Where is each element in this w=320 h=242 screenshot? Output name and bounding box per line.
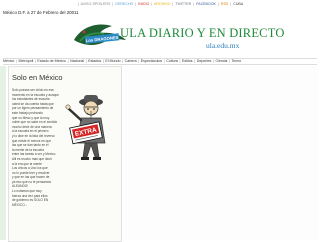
nav-separator: | — [135, 2, 137, 6]
nav-separator: | — [138, 59, 140, 63]
nav-separator: | — [67, 59, 69, 63]
article-line: y lo dice en la lista del reverso — [12, 133, 55, 138]
top-nav: | AVISO-SPOILERS | DERECHO | INICIO | AR… — [0, 2, 320, 7]
nav-separator: | — [230, 2, 232, 6]
nav-separator: | — [179, 59, 181, 63]
nav-item-estado-de-mexico[interactable]: Estado de México — [37, 59, 66, 63]
article-line: Solo puesse ser chido en ese — [12, 88, 54, 92]
nav-separator: | — [172, 2, 174, 6]
top-nav-spoilers[interactable]: AVISO-SPOILERS — [81, 2, 111, 6]
nav-separator: | — [77, 2, 79, 6]
top-nav-facebook[interactable]: FACEBOOK — [196, 2, 216, 6]
nav-separator: | — [194, 59, 196, 63]
site-subtitle: ula.edu.mx — [206, 41, 240, 50]
nav-separator: | — [102, 59, 104, 63]
top-nav-derecho[interactable]: DERECHO — [115, 2, 133, 6]
site-banner[interactable]: Los DRAGONES ULA DIARIO Y EN DIRECTO ula… — [68, 16, 290, 58]
nav-separator: | — [85, 59, 87, 63]
right-column — [124, 66, 318, 240]
article-line: MÉXICO... — [12, 202, 28, 207]
nav-item-mexico[interactable]: México — [3, 59, 14, 63]
nav-separator: | — [151, 2, 153, 6]
side-strip — [0, 66, 6, 240]
top-nav-archivo[interactable]: ARCHIVO — [154, 2, 170, 6]
nav-item-ciencia[interactable]: Ciencia — [215, 59, 227, 63]
nav-item-estilos[interactable]: Estilos — [182, 59, 193, 63]
site-title: ULA DIARIO Y EN DIRECTO — [120, 26, 285, 40]
top-nav-twitter[interactable]: TWITTER — [175, 2, 191, 6]
nav-separator: | — [229, 59, 230, 63]
nav-item-estados[interactable]: Estados — [88, 59, 101, 63]
top-nav-rss[interactable]: RSS — [221, 2, 228, 6]
nav-separator: | — [163, 59, 165, 63]
nav-item-espectaculos[interactable]: Espectáculos — [141, 59, 162, 63]
nav-separator: | — [34, 59, 36, 63]
nav-separator: | — [193, 2, 195, 6]
nav-item-cultura[interactable]: Cultura — [166, 59, 178, 63]
nav-separator: | — [212, 59, 214, 63]
newsboy-illustration-icon: EXTRA — [65, 95, 106, 160]
article-title[interactable]: Solo en México — [12, 73, 63, 82]
nav-separator: | — [112, 2, 114, 6]
dragon-logo-icon: Los DRAGONES — [74, 24, 126, 45]
nav-separator: | — [122, 59, 124, 63]
nav-separator: | — [217, 2, 219, 6]
nav-item-deportes[interactable]: Deportes — [197, 59, 212, 63]
top-nav-inicio[interactable]: INICIO — [138, 2, 149, 6]
content-area: Solo en México Solo puesse ser chido en … — [0, 66, 320, 242]
main-nav: México | Metrópoli | Estado de México | … — [3, 58, 317, 65]
nav-item-el-mundo[interactable]: El Mundo — [105, 59, 120, 63]
nav-item-cartera[interactable]: Cartera — [125, 59, 137, 63]
article-body: Solo puesse ser chido en ese momento en … — [12, 88, 60, 207]
nav-item-nacional[interactable]: Nacional — [70, 59, 84, 63]
article-card: Solo en México Solo puesse ser chido en … — [8, 66, 122, 242]
header-date: México D.F. a 27 de Febrero del 20011 — [3, 10, 79, 15]
nav-item-tecno[interactable]: Tecno — [232, 59, 242, 63]
top-nav-cuba[interactable]: CUBA — [233, 2, 243, 6]
nav-item-metropoli[interactable]: Metrópoli — [19, 59, 34, 63]
article-image[interactable]: EXTRA — [61, 91, 117, 163]
nav-separator: | — [15, 59, 17, 63]
